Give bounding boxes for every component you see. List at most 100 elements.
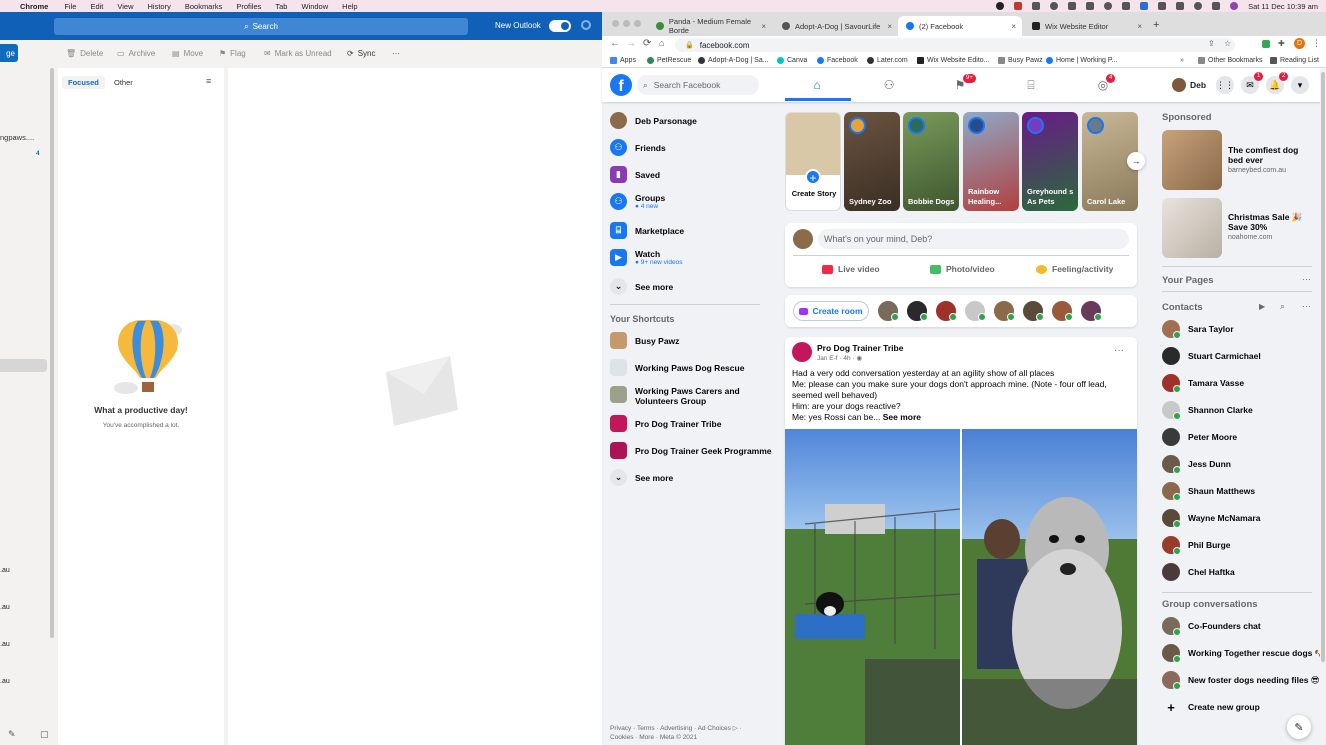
room-contact-avatar[interactable]: [993, 300, 1015, 322]
shortcut-working-paws-carers[interactable]: Working Paws Carers and Volunteers Group: [610, 386, 745, 406]
back-arrow-icon[interactable]: ←: [610, 38, 620, 49]
contact-item[interactable]: Sara Taylor: [1162, 320, 1234, 339]
status-app-icon-6[interactable]: [1122, 2, 1131, 10]
contact-item[interactable]: Wayne McNamara: [1162, 509, 1260, 528]
video-camera-icon[interactable]: ▶: [1259, 302, 1265, 311]
sync-button[interactable]: ⟳ Sync: [347, 49, 376, 58]
facebook-logo[interactable]: f: [610, 74, 632, 96]
folder-item-selected[interactable]: [0, 359, 47, 372]
menu-window[interactable]: Window: [301, 2, 328, 11]
bookmark-canva[interactable]: Canva: [777, 57, 807, 64]
menu-help[interactable]: Help: [342, 2, 357, 11]
delete-button[interactable]: 🗑 Delete: [66, 49, 103, 58]
create-room-button[interactable]: Create room: [793, 301, 869, 321]
story-rainbow-healing[interactable]: Rainbow Healing...: [963, 112, 1019, 211]
folder-item[interactable]: ngpaws....: [0, 133, 34, 142]
story-greyhounds-as-pets[interactable]: Greyhound s As Pets: [1022, 112, 1078, 211]
sidebar-item-profile[interactable]: Deb Parsonage: [610, 112, 697, 129]
bookmarks-overflow-button[interactable]: »: [1180, 57, 1184, 64]
story-sydney-zoo[interactable]: Sydney Zoo: [844, 112, 900, 211]
new-outlook-toggle[interactable]: [549, 20, 571, 32]
archive-button[interactable]: ▭ Archive: [117, 49, 155, 58]
sidebar-item-watch[interactable]: ▶ Watch ● 9+ new videos: [610, 249, 682, 266]
contact-item[interactable]: Tamara Vasse: [1162, 374, 1244, 393]
folder-item-au-3[interactable]: .au: [0, 641, 10, 648]
post-photo-right[interactable]: [962, 429, 1137, 745]
window-minimize-button[interactable]: [623, 20, 630, 27]
share-icon[interactable]: ⇪: [1208, 39, 1215, 48]
bookmark-facebook[interactable]: Facebook: [817, 57, 858, 64]
shortcut-busy-pawz[interactable]: Busy Pawz: [610, 332, 679, 349]
photo-video-button[interactable]: Photo/video: [930, 264, 995, 274]
search-icon[interactable]: ⌕: [1280, 301, 1285, 312]
home-icon[interactable]: ⌂: [659, 38, 664, 48]
tab-focused[interactable]: Focused: [62, 76, 105, 89]
forward-arrow-icon[interactable]: →: [626, 38, 636, 49]
status-app-icon-4[interactable]: [1068, 2, 1077, 10]
wifi-icon[interactable]: [1158, 2, 1167, 10]
facebook-footer-links[interactable]: Privacy · Terms · Advertising · Ad Choic…: [610, 724, 760, 742]
tab-facebook[interactable]: (2) Facebook ×: [898, 16, 1022, 36]
room-contact-avatar[interactable]: [1022, 300, 1044, 322]
window-close-button[interactable]: [612, 20, 619, 27]
move-button[interactable]: ▤ Move: [172, 49, 203, 58]
mark-unread-button[interactable]: ✉ Mark as Unread: [264, 49, 332, 58]
reading-list[interactable]: Reading List: [1270, 57, 1319, 64]
filter-icon[interactable]: ≡: [206, 76, 211, 86]
profile-button[interactable]: Deb: [1172, 78, 1206, 92]
group-conversation-item[interactable]: Working Together rescue dogs 🐶: [1162, 644, 1325, 663]
record-icon[interactable]: [996, 2, 1005, 10]
close-icon[interactable]: ×: [1137, 22, 1142, 31]
folder-item-au-2[interactable]: .au: [0, 604, 10, 611]
folder-pane-scrollbar[interactable]: [50, 68, 54, 638]
spotlight-icon[interactable]: [1194, 2, 1203, 10]
stories-next-arrow-icon[interactable]: →: [1127, 152, 1145, 170]
control-center-icon[interactable]: [1212, 2, 1221, 10]
outlook-search-box[interactable]: ⌕ Search: [54, 18, 468, 35]
bookmark-adopt-a-dog[interactable]: Adopt-A-Dog | Sa...: [698, 57, 769, 64]
profile-avatar-icon[interactable]: D: [1294, 38, 1305, 49]
close-icon[interactable]: ×: [1011, 22, 1016, 31]
shortcut-pro-dog-trainer-tribe[interactable]: Pro Dog Trainer Tribe: [610, 415, 721, 432]
status-app-icon-5[interactable]: [1086, 2, 1095, 10]
page-scrollbar[interactable]: [1321, 72, 1325, 662]
chrome-menu-icon[interactable]: ⋮: [1312, 38, 1321, 49]
live-video-button[interactable]: Live video: [822, 264, 880, 274]
see-more-link[interactable]: See more: [883, 412, 921, 422]
menu-file[interactable]: File: [64, 2, 76, 11]
account-dropdown-icon[interactable]: ▾: [1291, 76, 1309, 94]
contact-item[interactable]: Stuart Carmichael: [1162, 347, 1261, 365]
status-app-icon[interactable]: [1014, 2, 1023, 10]
contact-item[interactable]: Jess Dunn: [1162, 455, 1231, 474]
outlook-activity-icon[interactable]: [581, 20, 591, 30]
siri-icon[interactable]: [1230, 2, 1239, 10]
story-create[interactable]: + Create Story: [785, 112, 841, 211]
contact-item[interactable]: Shaun Matthews: [1162, 482, 1255, 501]
room-contact-avatar[interactable]: [1051, 300, 1073, 322]
window-zoom-button[interactable]: [634, 20, 641, 27]
menu-profiles[interactable]: Profiles: [236, 2, 261, 11]
avatar[interactable]: [792, 342, 812, 362]
group-conversation-item[interactable]: New foster dogs needing files 😎: [1162, 671, 1320, 690]
battery-icon[interactable]: [1176, 2, 1185, 10]
sidebar-item-saved[interactable]: ▮ Saved: [610, 166, 660, 183]
create-new-group-button[interactable]: + Create new group: [1162, 698, 1260, 716]
bluetooth-icon[interactable]: [1140, 2, 1149, 10]
bookmark-apps[interactable]: Apps: [610, 57, 636, 64]
menu-view[interactable]: View: [117, 2, 133, 11]
menubar-clock[interactable]: Sat 11 Dec 10:39 am: [1248, 2, 1318, 11]
new-message-button[interactable]: ge: [0, 44, 18, 62]
sidebar-item-marketplace[interactable]: ⌸ Marketplace: [610, 222, 684, 239]
new-tab-button[interactable]: +: [1153, 19, 1159, 31]
nav-friends-icon[interactable]: ⚇: [882, 78, 896, 92]
pen-icon[interactable]: ✎: [8, 729, 16, 740]
tab-other[interactable]: Other: [108, 76, 139, 89]
sidebar-item-groups[interactable]: ⚇ Groups ● 4 new: [610, 193, 665, 210]
bookmark-petrescue[interactable]: PetRescue: [647, 57, 691, 64]
nav-home-icon[interactable]: ⌂: [810, 78, 824, 92]
extension-icon[interactable]: [1262, 40, 1270, 48]
bookmark-later[interactable]: Later.com: [867, 57, 908, 64]
reload-icon[interactable]: ⟳: [643, 38, 651, 49]
group-conversation-item[interactable]: Co-Founders chat: [1162, 617, 1261, 636]
cloud-icon[interactable]: [1104, 2, 1113, 10]
